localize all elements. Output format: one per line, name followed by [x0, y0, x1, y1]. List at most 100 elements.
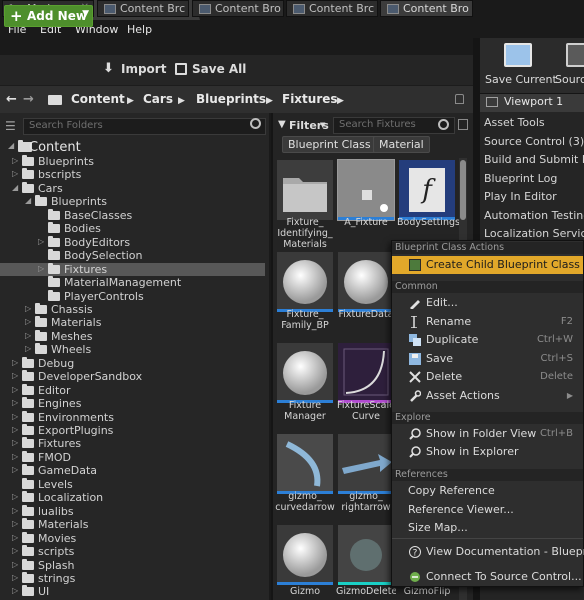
expand-arrow-icon[interactable]: ▷ — [12, 560, 18, 569]
context-menu-item[interactable]: Reference Viewer... — [392, 501, 583, 519]
tab-content-browser-4[interactable]: Content Bro — [380, 0, 473, 17]
expand-arrow-icon[interactable]: ▷ — [38, 264, 44, 273]
search-icon[interactable] — [250, 118, 261, 129]
breadcrumb-fixtures[interactable]: Fixtures — [282, 92, 338, 106]
expand-arrow-icon[interactable]: ▷ — [12, 465, 18, 474]
folder-tree-item[interactable]: ▷ scripts — [0, 545, 265, 559]
folder-tree-item[interactable]: Levels — [0, 477, 265, 492]
expand-arrow-icon[interactable]: ▷ — [12, 438, 18, 447]
folder-tree-item[interactable]: ▷ Materials — [0, 518, 265, 532]
folder-tree-item[interactable]: ▷ lualibs — [0, 504, 265, 519]
folder-tree-item[interactable]: ▷ bscripts — [0, 168, 265, 182]
window-menu-item[interactable]: Localization Service (T — [484, 227, 584, 240]
folder-tree-item[interactable]: ▷ strings — [0, 571, 265, 586]
expand-arrow-icon[interactable]: ▷ — [25, 317, 31, 326]
folder-tree-item[interactable]: ▷ GameData — [0, 464, 265, 478]
context-menu-item[interactable]: Duplicate Ctrl+W — [392, 331, 583, 349]
context-menu-item[interactable]: Size Map... — [392, 519, 583, 537]
breadcrumb-blueprints[interactable]: Blueprints — [196, 92, 266, 106]
asset-tile[interactable] — [338, 343, 394, 403]
folder-tree-item[interactable]: ▷ Localization — [0, 491, 265, 505]
folder-tree-item[interactable]: ▷ Engines — [0, 397, 265, 411]
search-folders-input[interactable]: Search Folders — [23, 118, 266, 135]
context-menu-item[interactable]: Edit... — [392, 294, 583, 312]
breadcrumb-content[interactable]: Content — [71, 92, 125, 106]
folder-tree-item[interactable]: ▷ Splash — [0, 558, 265, 573]
expand-arrow-icon[interactable]: ▷ — [12, 546, 18, 555]
folder-tree-item[interactable]: ▷ Meshes — [0, 329, 265, 344]
context-menu-item[interactable]: Show in Folder View Ctrl+B — [392, 425, 583, 443]
forward-arrow-icon[interactable]: → — [23, 92, 34, 107]
breadcrumb-separator-icon[interactable]: ▶ — [127, 96, 134, 106]
asset-tile[interactable] — [277, 434, 333, 494]
folder-tree-item[interactable]: ◢ Content — [0, 140, 265, 155]
window-menu-item[interactable]: Blueprint Log — [484, 172, 584, 185]
asset-tile[interactable] — [277, 252, 333, 312]
tab-content-browser-3[interactable]: Content Brc — [286, 0, 378, 17]
lock-icon[interactable] — [455, 94, 464, 104]
asset-tile[interactable] — [338, 252, 394, 312]
asset-tile[interactable] — [277, 343, 333, 403]
window-menu-item[interactable]: Source Control (3) — [484, 135, 584, 148]
folder-tree-item[interactable]: ◢ Cars — [0, 181, 265, 196]
folder-tree-item[interactable]: MaterialManagement — [0, 276, 265, 290]
asset-tile[interactable] — [338, 525, 394, 585]
expand-arrow-icon[interactable]: ▷ — [12, 169, 18, 178]
context-menu-item[interactable]: ? View Documentation - Blueprint — [392, 543, 584, 561]
folder-tree-item[interactable]: ▷ BodyEditors — [0, 235, 265, 250]
folder-tree-item[interactable]: ▷ Environments — [0, 410, 265, 425]
folder-tree-item[interactable]: ▷ Editor — [0, 383, 265, 398]
context-menu-item[interactable]: Rename F2 — [392, 313, 583, 331]
context-menu-item[interactable]: Save Ctrl+S — [392, 350, 583, 368]
context-menu-item[interactable]: Copy Reference — [392, 482, 583, 500]
expand-arrow-icon[interactable]: ▷ — [12, 358, 18, 367]
expand-arrow-icon[interactable]: ▷ — [12, 371, 18, 380]
asset-tile[interactable] — [277, 525, 333, 585]
tab-viewport-1[interactable]: Viewport 1 — [480, 94, 584, 112]
expand-arrow-icon[interactable]: ▷ — [12, 452, 18, 461]
folder-tree-item[interactable]: BodySelection — [0, 249, 265, 263]
filters-dropdown[interactable]: ▼ Filters ▼ — [276, 117, 329, 134]
context-menu-item[interactable]: Delete Delete — [392, 368, 583, 386]
expand-arrow-icon[interactable]: ▷ — [12, 398, 18, 407]
asset-tile[interactable]: f — [399, 160, 455, 220]
search-icon[interactable] — [438, 119, 449, 130]
asset-tile[interactable] — [338, 434, 394, 494]
save-search-icon[interactable] — [458, 119, 468, 130]
expand-arrow-icon[interactable]: ▷ — [12, 492, 18, 501]
menu-help[interactable]: Help — [127, 23, 152, 36]
expand-arrow-icon[interactable]: ▷ — [25, 331, 31, 340]
asset-tile[interactable] — [277, 160, 333, 220]
source-control-button[interactable]: Source — [554, 43, 584, 91]
add-new-button[interactable]: + Add New ▼ — [4, 5, 93, 27]
breadcrumb-separator-icon[interactable]: ▶ — [266, 96, 273, 106]
collapse-arrow-icon[interactable]: ◢ — [25, 196, 31, 205]
folder-tree-item[interactable]: BaseClasses — [0, 208, 265, 223]
expand-arrow-icon[interactable]: ▷ — [38, 237, 44, 246]
folder-tree-item[interactable]: ▷ Blueprints — [0, 155, 265, 169]
tab-content-browser-2[interactable]: Content Bro — [192, 0, 284, 17]
folder-tree-item[interactable]: ▷ UI — [0, 585, 265, 599]
search-assets-input[interactable]: Search Fixtures — [333, 117, 455, 134]
filter-chip-blueprint-class[interactable]: Blueprint Class — [282, 136, 377, 153]
context-menu-item[interactable]: Connect To Source Control... — [392, 568, 583, 586]
folder-tree-item[interactable]: ▷ Debug — [0, 356, 265, 371]
folder-tree-item[interactable]: ▷ DeveloperSandbox — [0, 370, 265, 384]
expand-arrow-icon[interactable]: ▷ — [25, 344, 31, 353]
save-current-button[interactable]: Save Current — [484, 43, 558, 91]
collapse-tree-icon[interactable]: ☰ — [5, 119, 16, 133]
folder-tree-item[interactable]: ▷ Fixtures — [0, 262, 265, 277]
folder-tree-item[interactable]: ▷ Chassis — [0, 302, 265, 317]
expand-arrow-icon[interactable]: ▷ — [12, 533, 18, 542]
folder-tree-item[interactable]: ▷ FMOD — [0, 450, 265, 465]
folder-tree-item[interactable]: ▷ Movies — [0, 531, 265, 546]
expand-arrow-icon[interactable]: ▷ — [12, 586, 18, 595]
expand-arrow-icon[interactable]: ▷ — [12, 573, 18, 582]
folder-tree-item[interactable]: PlayerControls — [0, 289, 265, 304]
window-menu-item[interactable]: Build and Submit Erro — [484, 153, 584, 166]
window-menu-item[interactable]: Play In Editor — [484, 190, 584, 203]
expand-arrow-icon[interactable]: ▷ — [12, 519, 18, 528]
filter-chip-material[interactable]: Material — [373, 136, 430, 153]
expand-arrow-icon[interactable]: ▷ — [12, 506, 18, 515]
window-menu-item[interactable]: Automation Testing Lo — [484, 209, 584, 222]
